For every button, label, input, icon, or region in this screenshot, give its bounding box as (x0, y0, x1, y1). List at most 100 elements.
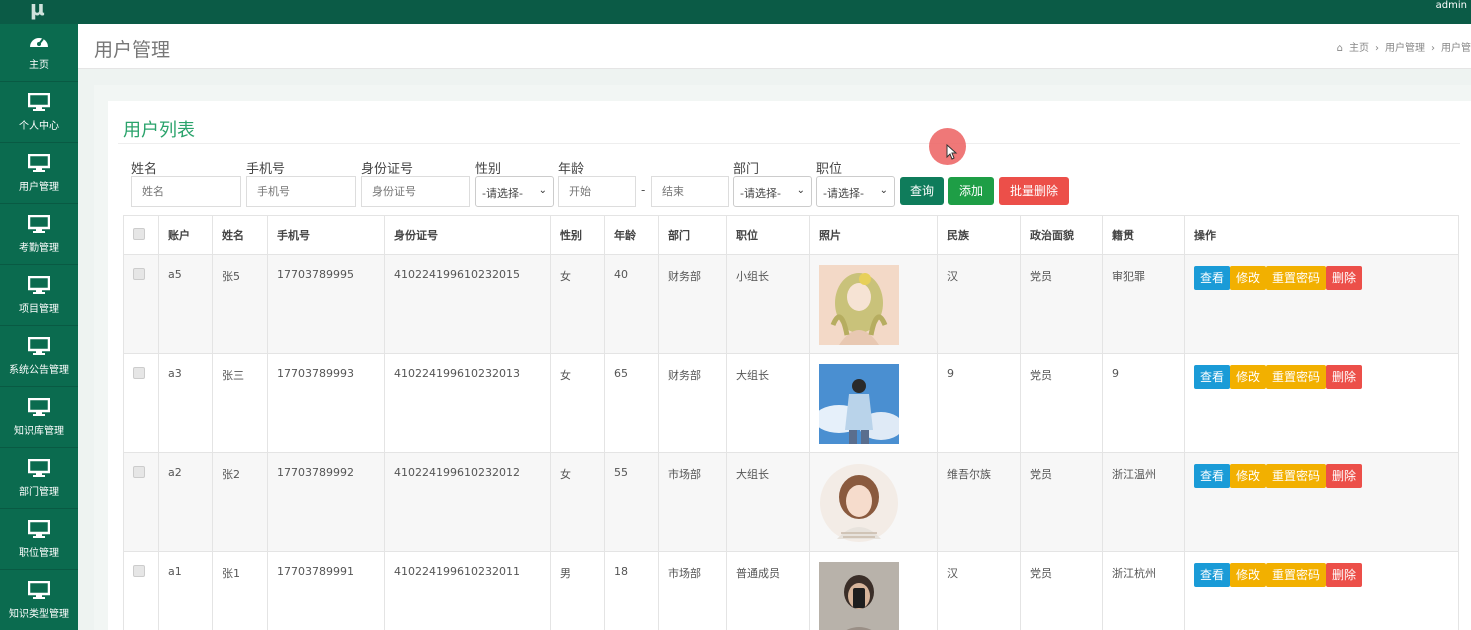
cell-gender: 女 (550, 452, 605, 552)
sidebar-item-announcements[interactable]: 系统公告管理 (0, 329, 78, 387)
edit-button[interactable]: 修改 (1230, 464, 1267, 488)
view-button[interactable]: 查看 (1194, 563, 1231, 587)
column-header: 操作 (1184, 215, 1459, 255)
reset-password-button[interactable]: 重置密码 (1266, 266, 1327, 290)
phone-input[interactable] (246, 176, 356, 207)
edit-button[interactable]: 修改 (1230, 563, 1267, 587)
sidebar-item-attendance[interactable]: 考勤管理 (0, 207, 78, 265)
cell-photo (809, 452, 938, 552)
cell-department: 财务部 (658, 254, 727, 354)
mouse-cursor-icon (946, 144, 958, 160)
sidebar-item-label: 个人中心 (19, 121, 59, 132)
add-button[interactable]: 添加 (948, 177, 994, 205)
gender-select[interactable]: -请选择- ⌄ (475, 176, 554, 207)
cell-hometown: 浙江杭州 (1102, 551, 1185, 630)
sidebar-item-knowledge[interactable]: 知识库管理 (0, 390, 78, 448)
delete-button[interactable]: 删除 (1326, 464, 1363, 488)
position-select[interactable]: -请选择- ⌄ (816, 176, 895, 207)
table-row: a5 张5 17703789995 410224199610232015 女 4… (123, 254, 1459, 354)
age-start-input[interactable] (558, 176, 636, 207)
reset-password-button[interactable]: 重置密码 (1266, 464, 1327, 488)
breadcrumb-users[interactable]: 用户管理 (1385, 43, 1425, 54)
select-all-checkbox[interactable] (133, 227, 145, 240)
row-checkbox[interactable] (133, 367, 145, 379)
department-select[interactable]: -请选择- ⌄ (733, 176, 812, 207)
column-header: 性别 (550, 215, 605, 255)
cell-age: 40 (604, 254, 659, 354)
cell-department: 市场部 (658, 551, 727, 630)
column-header: 照片 (809, 215, 938, 255)
column-header: 手机号 (267, 215, 385, 255)
cell-hometown: 审犯罪 (1102, 254, 1185, 354)
sidebar-item-knowledge-types[interactable]: 知识类型管理 (0, 573, 78, 630)
select-all-cell[interactable] (123, 215, 159, 255)
row-checkbox[interactable] (133, 268, 145, 280)
cell-name: 张1 (212, 551, 268, 630)
sidebar-item-label: 系统公告管理 (9, 365, 69, 376)
anime-girl-photo (819, 265, 899, 345)
edit-button[interactable]: 修改 (1230, 266, 1267, 290)
view-button[interactable]: 查看 (1194, 464, 1231, 488)
sidebar-item-home[interactable]: 主页 (0, 24, 78, 82)
row-checkbox[interactable] (133, 565, 145, 577)
id-number-input[interactable] (361, 176, 470, 207)
breadcrumb-separator: › (1431, 43, 1435, 54)
list-title: 用户列表 (123, 120, 195, 141)
view-button[interactable]: 查看 (1194, 365, 1231, 389)
user-menu[interactable]: admin (1436, 0, 1467, 11)
girl-portrait-photo (820, 464, 898, 542)
cell-position: 小组长 (726, 254, 810, 354)
name-input[interactable] (131, 176, 241, 207)
chevron-down-icon: ⌄ (879, 185, 888, 196)
reset-password-button[interactable]: 重置密码 (1266, 365, 1327, 389)
department-label: 部门 (733, 162, 760, 177)
cell-position: 大组长 (726, 353, 810, 453)
cell-ethnicity: 汉 (937, 551, 1021, 630)
row-checkbox[interactable] (133, 466, 145, 478)
reset-password-button[interactable]: 重置密码 (1266, 563, 1327, 587)
cell-id-number: 410224199610232011 (384, 551, 551, 630)
delete-button[interactable]: 删除 (1326, 266, 1363, 290)
cell-age: 18 (604, 551, 659, 630)
view-button[interactable]: 查看 (1194, 266, 1231, 290)
breadcrumb-home[interactable]: 主页 (1349, 43, 1369, 54)
monitor-icon (28, 581, 50, 599)
batch-delete-button[interactable]: 批量删除 (999, 177, 1069, 205)
cell-name: 张2 (212, 452, 268, 552)
table-row: a1 张1 17703789991 410224199610232011 男 1… (123, 551, 1459, 630)
cell-position: 大组长 (726, 452, 810, 552)
app-logo: μ (30, 0, 45, 20)
sidebar: 主页 个人中心 用户管理 考勤管理 项目管理 系统公告管理 知识库管理 部门管理… (0, 24, 78, 630)
sidebar-item-label: 项目管理 (19, 304, 59, 315)
sidebar-item-users[interactable]: 用户管理 (0, 146, 78, 204)
cell-id-number: 410224199610232013 (384, 353, 551, 453)
delete-button[interactable]: 删除 (1326, 365, 1363, 389)
page-title: 用户管理 (94, 39, 171, 61)
id-number-label: 身份证号 (361, 162, 414, 177)
monitor-icon (28, 154, 50, 172)
age-end-input[interactable] (651, 176, 729, 207)
cell-hometown: 9 (1102, 353, 1185, 453)
column-header: 职位 (726, 215, 810, 255)
sidebar-item-positions[interactable]: 职位管理 (0, 512, 78, 570)
name-label: 姓名 (131, 162, 158, 177)
sky-boy-photo (814, 364, 903, 444)
page-header: 用户管理 ⌂ 主页 › 用户管理 › 用户管 (78, 24, 1471, 69)
column-header: 身份证号 (384, 215, 551, 255)
delete-button[interactable]: 删除 (1326, 563, 1363, 587)
column-header: 部门 (658, 215, 727, 255)
sidebar-item-departments[interactable]: 部门管理 (0, 451, 78, 509)
column-header: 年龄 (604, 215, 659, 255)
chevron-down-icon: ⌄ (796, 185, 805, 196)
sidebar-item-personal[interactable]: 个人中心 (0, 85, 78, 143)
cell-political: 党员 (1020, 353, 1103, 453)
edit-button[interactable]: 修改 (1230, 365, 1267, 389)
selfie-photo (819, 562, 899, 630)
cell-account: a1 (158, 551, 213, 630)
monitor-icon (28, 215, 50, 233)
monitor-icon (28, 337, 50, 355)
phone-label: 手机号 (246, 162, 286, 177)
sidebar-item-label: 用户管理 (19, 182, 59, 193)
search-button[interactable]: 查询 (900, 177, 944, 205)
sidebar-item-projects[interactable]: 项目管理 (0, 268, 78, 326)
